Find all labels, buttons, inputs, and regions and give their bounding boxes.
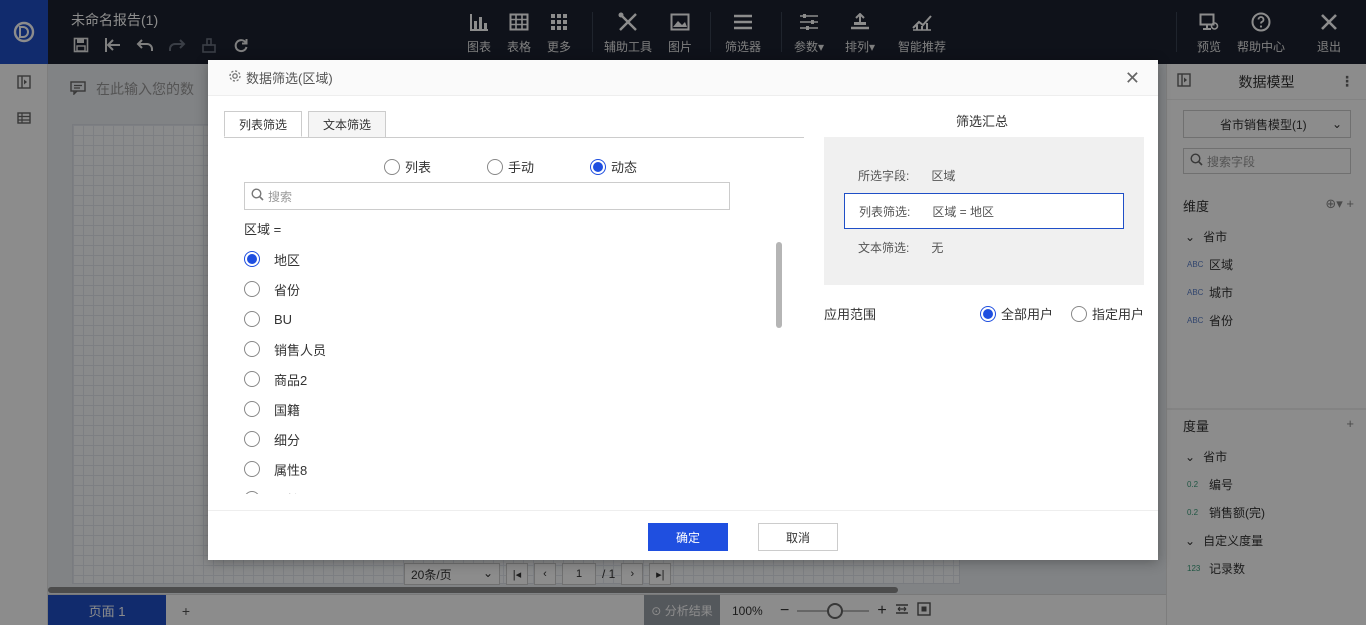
- field-option[interactable]: 销售人员: [244, 334, 784, 364]
- filter-tabs: 列表筛选 文本筛选: [224, 111, 387, 137]
- mode-list-radio[interactable]: 列表: [384, 157, 431, 176]
- radio-circle: [244, 341, 260, 357]
- filter-condition: 区域 =: [244, 222, 282, 237]
- scope-label: 应用范围: [824, 307, 877, 322]
- field-option-list: 地区 省份 BU 销售人员 商品2 国籍 细分 属性8 属性: [244, 244, 784, 494]
- dialog-header: 数据筛选(区域): [208, 60, 1158, 96]
- dialog-footer: 确定 取消: [208, 510, 1158, 560]
- field-option[interactable]: BU: [244, 304, 784, 334]
- tab-text-filter[interactable]: 文本筛选: [308, 111, 387, 137]
- radio-circle: [244, 491, 260, 494]
- radio-circle: [1070, 305, 1087, 322]
- scope-specific-users-radio[interactable]: 指定用户: [1070, 304, 1144, 323]
- filter-mode-group: 列表 手动 动态: [384, 157, 637, 176]
- field-option[interactable]: 地区: [244, 244, 784, 274]
- radio-circle-checked: [590, 158, 607, 175]
- filter-search-input[interactable]: 搜索: [244, 182, 730, 210]
- field-option[interactable]: 商品2: [244, 364, 784, 394]
- dialog-title: 数据筛选(区域): [246, 71, 333, 86]
- tab-list-filter[interactable]: 列表筛选: [224, 111, 303, 137]
- summary-list-filter[interactable]: 列表筛选: 区域 = 地区: [844, 193, 1124, 229]
- radio-circle: [244, 401, 260, 417]
- field-option[interactable]: 省份: [244, 274, 784, 304]
- dialog-close-icon[interactable]: ✕: [1125, 68, 1140, 89]
- mode-manual-radio[interactable]: 手动: [487, 157, 534, 176]
- confirm-button[interactable]: 确定: [648, 523, 728, 551]
- scope-all-users-radio[interactable]: 全部用户: [979, 304, 1053, 323]
- radio-circle: [244, 461, 260, 477]
- gear-icon: [228, 69, 242, 86]
- field-option[interactable]: 属性8: [244, 454, 784, 484]
- field-option[interactable]: 国籍: [244, 394, 784, 424]
- filter-summary: 所选字段: 区域 列表筛选: 区域 = 地区 文本筛选: 无: [824, 137, 1144, 285]
- radio-circle: [244, 431, 260, 447]
- radio-circle: [244, 371, 260, 387]
- radio-circle: [244, 311, 260, 327]
- field-list-scrollbar[interactable]: [776, 242, 782, 328]
- summary-title: 筛选汇总: [956, 114, 1009, 129]
- data-filter-dialog: 数据筛选(区域) ✕ 列表筛选 文本筛选 列表 手动 动态 搜索 区域 = 地区…: [208, 60, 1158, 560]
- radio-circle-checked: [244, 251, 260, 267]
- mode-dynamic-radio[interactable]: 动态: [590, 157, 637, 176]
- search-icon: [251, 188, 264, 204]
- tab-divider: [224, 137, 804, 138]
- summary-text-filter: 文本筛选: 无: [858, 241, 944, 255]
- cancel-button[interactable]: 取消: [758, 523, 838, 551]
- field-option[interactable]: 属性: [244, 484, 784, 494]
- summary-selected-field: 所选字段: 区域: [858, 169, 956, 183]
- radio-circle: [487, 158, 504, 175]
- radio-circle-checked: [979, 305, 996, 322]
- radio-circle: [244, 281, 260, 297]
- apply-scope: 应用范围 全部用户 指定用户: [824, 304, 1144, 323]
- radio-circle: [384, 158, 400, 175]
- field-option[interactable]: 细分: [244, 424, 784, 454]
